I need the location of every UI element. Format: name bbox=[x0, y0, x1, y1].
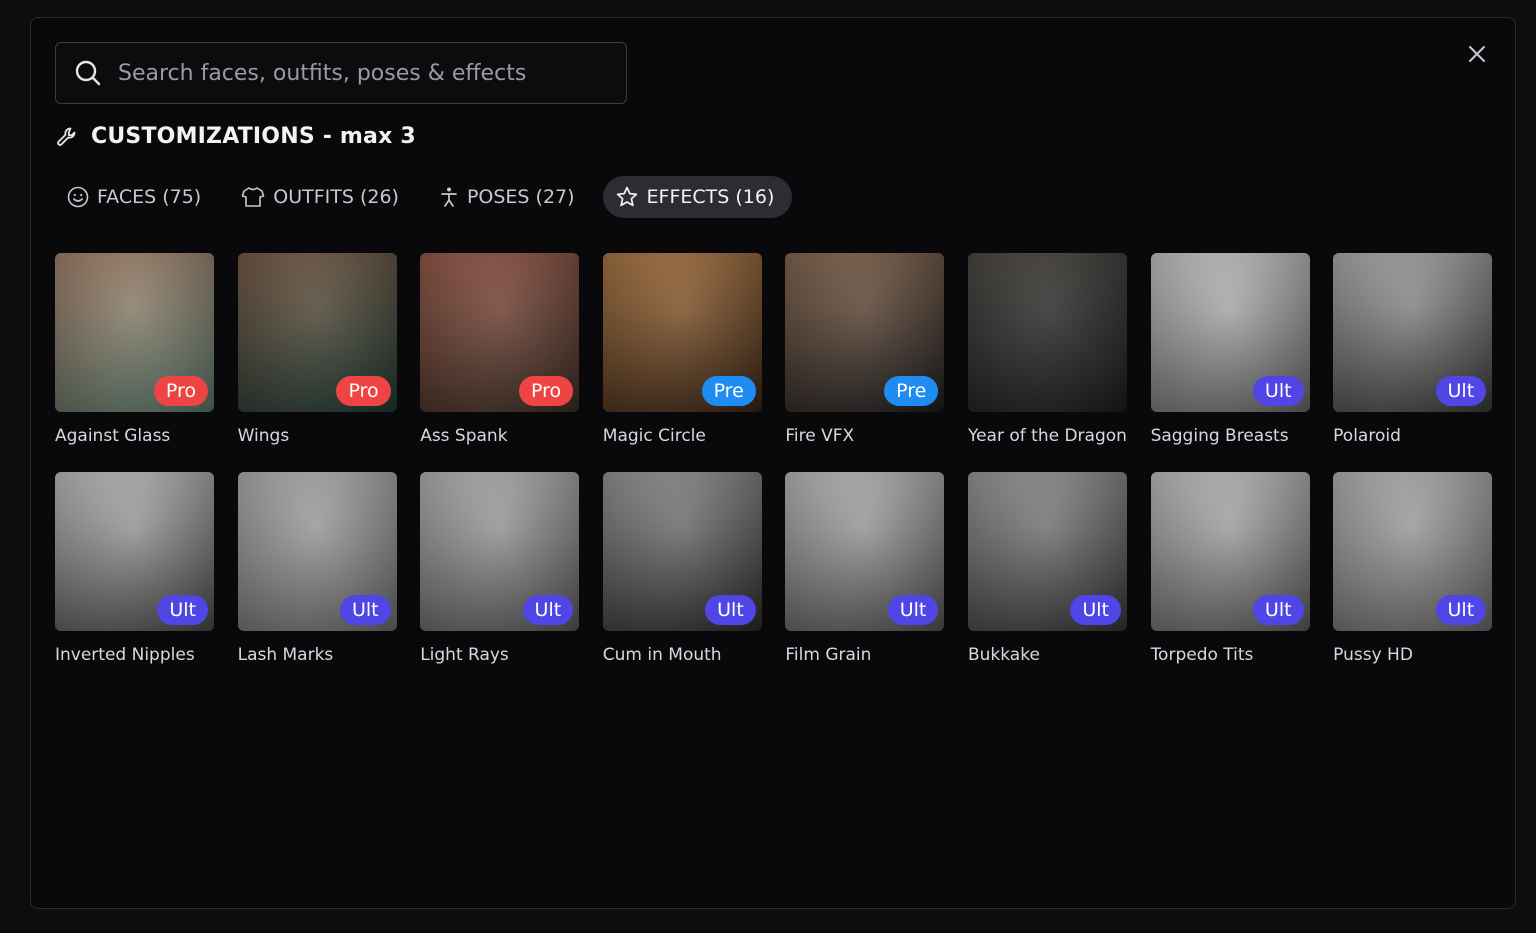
effects-grid: Pro Against Glass Pro Wings Pro Ass Span… bbox=[55, 253, 1493, 665]
page-title: CUSTOMIZATIONS - max 3 bbox=[91, 124, 416, 149]
effect-label: Fire VFX bbox=[785, 426, 855, 446]
effect-card-polaroid[interactable]: Ult Polaroid bbox=[1333, 253, 1493, 446]
effect-thumbnail: Ult bbox=[1333, 472, 1493, 631]
category-tabs: FACES (75) OUTFITS (26) POSES (27) EFFEC… bbox=[55, 176, 793, 218]
wrench-icon bbox=[55, 125, 79, 149]
tier-badge: Pro bbox=[519, 376, 574, 406]
section-heading: CUSTOMIZATIONS - max 3 bbox=[55, 124, 416, 149]
effect-thumbnail: Ult bbox=[785, 472, 945, 631]
effect-card-magic-circle[interactable]: Pre Magic Circle bbox=[602, 253, 762, 446]
effect-card-year-of-the-dragon[interactable]: Year of the Dragon bbox=[967, 253, 1127, 446]
effect-label: Film Grain bbox=[785, 645, 872, 665]
tier-badge: Pre bbox=[701, 376, 756, 406]
effect-card-light-rays[interactable]: Ult Light Rays bbox=[420, 472, 580, 665]
effect-label: Lash Marks bbox=[237, 645, 334, 665]
effect-thumbnail: Pro bbox=[237, 253, 397, 412]
effect-card-wings[interactable]: Pro Wings bbox=[237, 253, 397, 446]
effect-card-inverted-nipples[interactable]: Ult Inverted Nipples bbox=[55, 472, 214, 665]
effect-label: Pussy HD bbox=[1333, 645, 1413, 665]
tab-label: OUTFITS (26) bbox=[273, 186, 399, 208]
tab-outfits[interactable]: OUTFITS (26) bbox=[229, 176, 411, 218]
close-button[interactable] bbox=[1463, 40, 1491, 68]
tier-badge: Ult bbox=[522, 595, 574, 625]
search-box bbox=[55, 42, 627, 104]
effect-thumbnail: Pre bbox=[602, 253, 762, 412]
effect-thumbnail: Ult bbox=[1150, 253, 1310, 412]
tab-label: POSES (27) bbox=[466, 186, 575, 208]
effect-label: Torpedo Tits bbox=[1150, 645, 1254, 665]
effect-card-lash-marks[interactable]: Ult Lash Marks bbox=[237, 472, 397, 665]
tier-badge: Ult bbox=[1252, 376, 1304, 406]
effect-thumbnail: Pro bbox=[55, 253, 214, 412]
smiley-icon bbox=[67, 186, 89, 208]
effect-card-film-grain[interactable]: Ult Film Grain bbox=[785, 472, 945, 665]
effect-label: Against Glass bbox=[55, 426, 171, 446]
effect-thumbnail bbox=[967, 253, 1127, 412]
tab-faces[interactable]: FACES (75) bbox=[55, 176, 213, 218]
effect-thumbnail: Ult bbox=[55, 472, 214, 631]
effect-thumbnail: Ult bbox=[602, 472, 762, 631]
effect-label: Magic Circle bbox=[602, 426, 706, 446]
effect-card-cum-in-mouth[interactable]: Ult Cum in Mouth bbox=[602, 472, 762, 665]
effect-thumbnail: Pre bbox=[785, 253, 945, 412]
effect-card-fire-vfx[interactable]: Pre Fire VFX bbox=[785, 253, 945, 446]
effect-label: Light Rays bbox=[420, 645, 509, 665]
effect-label: Cum in Mouth bbox=[602, 645, 722, 665]
close-icon bbox=[1468, 45, 1486, 63]
tier-badge: Ult bbox=[157, 595, 208, 625]
tier-badge: Pro bbox=[336, 376, 391, 406]
effect-card-bukkake[interactable]: Ult Bukkake bbox=[967, 472, 1127, 665]
tier-badge: Ult bbox=[1435, 595, 1487, 625]
effect-card-torpedo-tits[interactable]: Ult Torpedo Tits bbox=[1150, 472, 1310, 665]
tier-badge: Ult bbox=[339, 595, 391, 625]
effect-card-pussy-hd[interactable]: Ult Pussy HD bbox=[1333, 472, 1493, 665]
effect-label: Bukkake bbox=[967, 645, 1040, 665]
tab-label: FACES (75) bbox=[97, 186, 202, 208]
effect-label: Polaroid bbox=[1333, 426, 1401, 446]
tier-badge: Ult bbox=[705, 595, 756, 625]
effect-thumbnail: Ult bbox=[237, 472, 397, 631]
tier-badge: Pre bbox=[884, 376, 939, 406]
customizations-modal: CUSTOMIZATIONS - max 3 FACES (75) OUTFIT… bbox=[30, 17, 1516, 909]
shirt-icon bbox=[241, 186, 265, 208]
effect-thumbnail: Pro bbox=[420, 253, 580, 412]
tier-badge: Ult bbox=[887, 595, 939, 625]
effect-card-sagging-breasts[interactable]: Ult Sagging Breasts bbox=[1150, 253, 1310, 446]
search-icon bbox=[74, 59, 102, 87]
figure-icon bbox=[439, 186, 459, 208]
tier-badge: Ult bbox=[1252, 595, 1304, 625]
tab-label: EFFECTS (16) bbox=[646, 186, 775, 208]
tier-badge: Ult bbox=[1435, 376, 1487, 406]
tab-effects[interactable]: EFFECTS (16) bbox=[602, 176, 793, 218]
effect-label: Wings bbox=[237, 426, 290, 446]
effect-thumbnail: Ult bbox=[420, 472, 580, 631]
effect-label: Ass Spank bbox=[420, 426, 508, 446]
star-icon bbox=[615, 185, 639, 209]
effect-thumbnail: Ult bbox=[1333, 253, 1493, 412]
tab-poses[interactable]: POSES (27) bbox=[427, 176, 587, 218]
effect-card-against-glass[interactable]: Pro Against Glass bbox=[55, 253, 214, 446]
effect-thumbnail: Ult bbox=[1150, 472, 1310, 631]
tier-badge: Ult bbox=[1070, 595, 1121, 625]
tier-badge: Pro bbox=[153, 376, 208, 406]
effect-label: Inverted Nipples bbox=[55, 645, 195, 665]
effect-thumbnail: Ult bbox=[967, 472, 1127, 631]
effect-card-ass-spank[interactable]: Pro Ass Spank bbox=[420, 253, 580, 446]
effect-label: Sagging Breasts bbox=[1150, 426, 1289, 446]
search-input[interactable] bbox=[116, 59, 600, 87]
effect-label: Year of the Dragon bbox=[967, 426, 1127, 446]
